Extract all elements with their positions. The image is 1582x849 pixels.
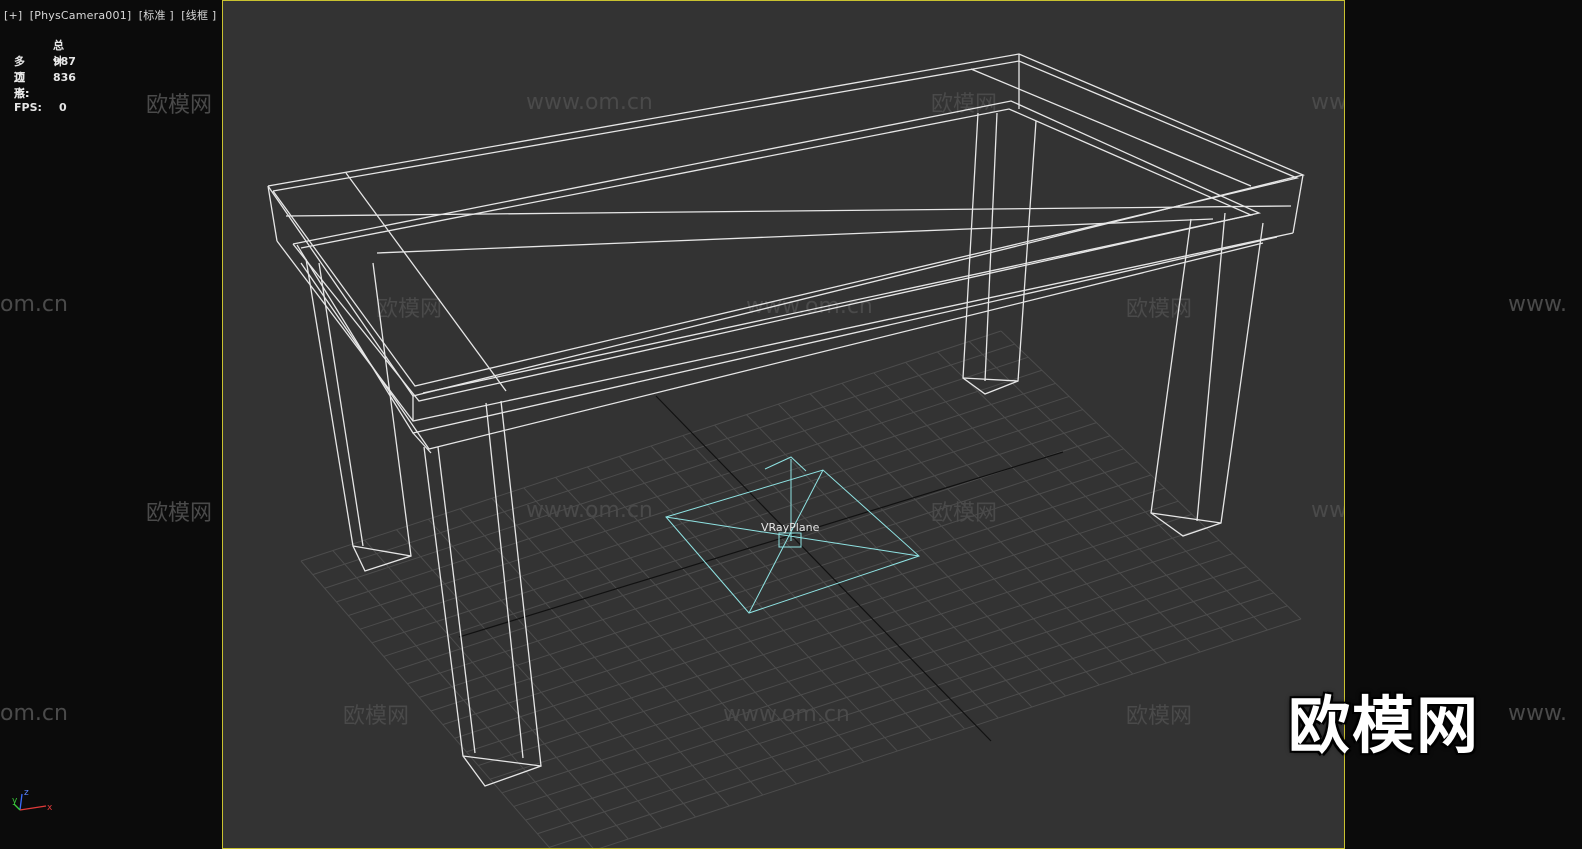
tabletop-top-edge bbox=[267, 53, 1306, 397]
viewport-watermarks: www.om.cn 欧模网 www.om.cn 欧模网 www.om.cn 欧模… bbox=[343, 90, 1344, 729]
grid-line bbox=[746, 414, 1033, 708]
grid-line bbox=[1000, 330, 1302, 620]
leg-back-left bbox=[352, 545, 412, 557]
y-axis-label: y bbox=[12, 796, 18, 806]
watermark-url: www.om.cn bbox=[1311, 90, 1344, 115]
viewport-label[interactable]: [+] [PhysCamera001] [标准 ] [线框 ] bbox=[4, 7, 216, 23]
watermark-brand-logo: 欧模网 bbox=[1288, 689, 1481, 762]
x-axis bbox=[19, 805, 47, 811]
grid-line bbox=[873, 372, 1167, 664]
tabletop-bottom-edge bbox=[276, 232, 1294, 422]
ground-grid bbox=[300, 330, 1302, 848]
grid-line bbox=[777, 403, 1066, 697]
grid-line bbox=[501, 553, 1233, 794]
grid-line bbox=[809, 393, 1100, 686]
apron-edge bbox=[296, 236, 1278, 434]
grid-line bbox=[513, 566, 1247, 807]
tabletop-corner bbox=[1292, 174, 1304, 234]
scene-canvas[interactable]: www.om.cn 欧模网 www.om.cn 欧模网 www.om.cn 欧模… bbox=[223, 1, 1344, 848]
watermark-logo: 欧模网 bbox=[376, 297, 442, 322]
fps-label: FPS: bbox=[14, 101, 42, 114]
grid-line bbox=[937, 351, 1235, 642]
vertices-value: 836 bbox=[53, 71, 76, 84]
z-axis-label: z bbox=[24, 788, 29, 798]
leg-front-right bbox=[1196, 212, 1226, 522]
apron-edge bbox=[300, 242, 1264, 450]
x-axis-label: x bbox=[47, 803, 53, 813]
watermark-logo: 欧模网 bbox=[1126, 297, 1192, 322]
watermark-url: www. bbox=[1508, 701, 1567, 726]
fps-value: 0 bbox=[59, 101, 67, 114]
watermark-logo: 欧模网 bbox=[343, 704, 409, 729]
vrayplane-label: VRayPlane bbox=[761, 521, 820, 534]
watermark-logo: 欧模网 bbox=[1126, 704, 1192, 729]
leg-back-right bbox=[984, 112, 998, 382]
fps-readout: FPS: 0 bbox=[14, 101, 67, 114]
leg-back-right bbox=[962, 112, 1037, 395]
watermark-url: www.om.cn bbox=[723, 702, 850, 727]
grid-line bbox=[599, 618, 1302, 848]
watermark-url: www. bbox=[1508, 292, 1567, 317]
watermark-logo: 欧模网 bbox=[146, 93, 212, 118]
leg-back-right bbox=[962, 377, 1019, 382]
watermark-logo: 欧模网 bbox=[146, 501, 212, 526]
grid-line bbox=[300, 560, 551, 848]
grid-line bbox=[968, 341, 1268, 631]
grid-line bbox=[841, 382, 1134, 675]
tabletop-guide bbox=[970, 68, 1252, 187]
3d-viewport[interactable]: www.om.cn 欧模网 www.om.cn 欧模网 www.om.cn 欧模… bbox=[222, 0, 1345, 849]
watermark-url: om.cn bbox=[0, 701, 68, 726]
grid-line bbox=[478, 526, 1206, 767]
axis-gizmo: z y x bbox=[12, 788, 53, 813]
tabletop-guide bbox=[376, 218, 1214, 254]
apron-corner bbox=[412, 432, 432, 454]
vertices-label: 顶点: bbox=[14, 71, 30, 100]
watermark-logo: 欧模网 bbox=[931, 501, 997, 526]
table-wireframe[interactable] bbox=[267, 53, 1306, 787]
polygons-value: 987 bbox=[53, 55, 76, 68]
watermark-url: www.om.cn bbox=[526, 498, 653, 523]
leg-front-right bbox=[1150, 512, 1222, 524]
z-axis bbox=[19, 793, 23, 811]
grid-line bbox=[525, 579, 1261, 821]
watermark-url: www.om.cn bbox=[526, 90, 653, 115]
grid-line bbox=[489, 539, 1220, 780]
watermark-url: www.om.cn bbox=[1311, 498, 1344, 523]
watermark-url: om.cn bbox=[0, 292, 68, 317]
